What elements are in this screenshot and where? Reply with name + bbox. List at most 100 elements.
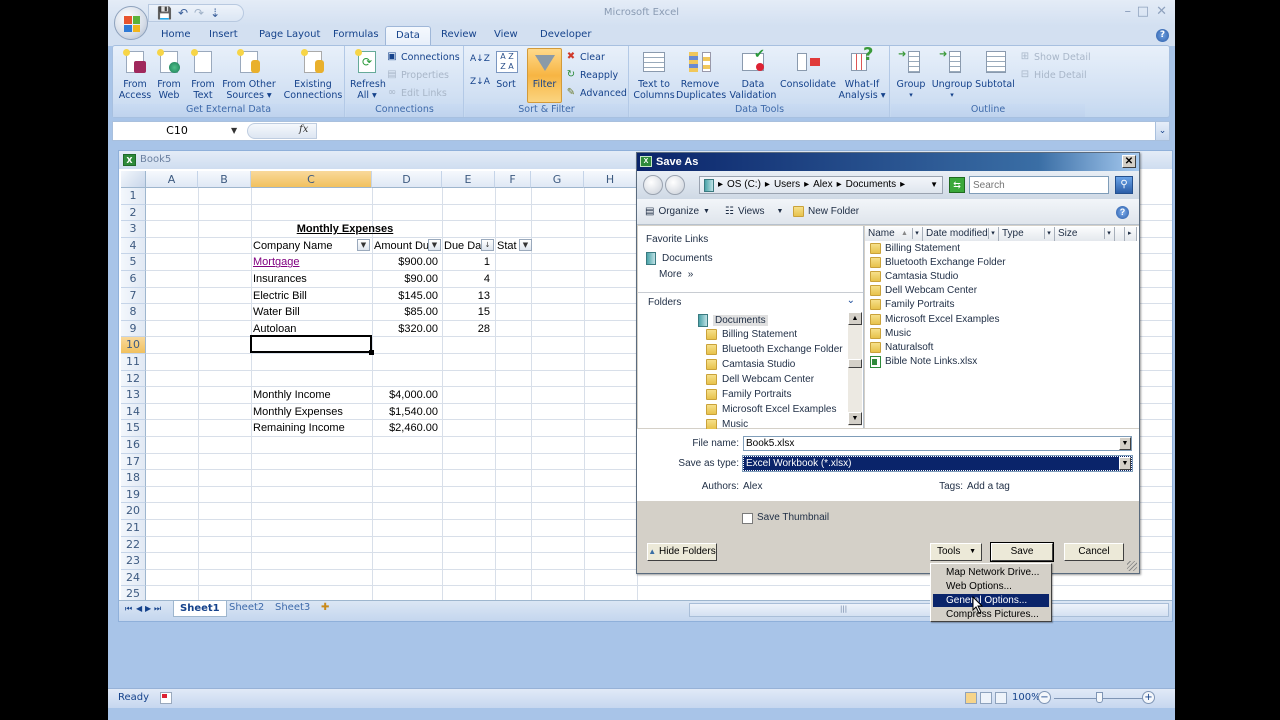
cell-company-name[interactable]: Electric Bill <box>253 288 368 305</box>
last-sheet-icon[interactable]: ⏭ <box>154 604 161 614</box>
row-header-23[interactable]: 23 <box>121 553 146 570</box>
row-header-17[interactable]: 17 <box>121 453 146 471</box>
tab-page-layout[interactable]: Page Layout <box>259 29 320 40</box>
hide-folders-button[interactable]: ▲ Hide Folders <box>647 543 717 561</box>
help-icon[interactable]: ? <box>1116 206 1129 219</box>
row-header-11[interactable]: 11 <box>121 354 146 371</box>
cell-c4-header[interactable]: Company Name <box>253 238 353 255</box>
insert-function-button[interactable]: fx <box>299 124 308 135</box>
remove-duplicates-button[interactable]: Remove Duplicates <box>676 49 726 101</box>
breadcrumb-alex[interactable]: Alex <box>813 177 832 193</box>
zoom-slider-thumb[interactable] <box>1096 692 1103 703</box>
file-list-folder[interactable]: Bluetooth Exchange Folder <box>870 257 1006 269</box>
row-header-18[interactable]: 18 <box>121 470 146 487</box>
file-list-folder[interactable]: Naturalsoft <box>870 341 933 353</box>
group-button[interactable]: ➜ Group ▾ <box>894 49 928 101</box>
breadcrumb-users[interactable]: Users <box>774 177 800 193</box>
sheet-tab-sheet3[interactable]: Sheet3 <box>275 602 310 613</box>
tree-item-folder[interactable]: Billing Statement <box>706 329 797 340</box>
cell-due-date[interactable]: 13 <box>442 288 490 305</box>
row-header-21[interactable]: 21 <box>121 520 146 537</box>
from-other-sources-button[interactable]: From Other Sources ▾ <box>221 49 277 101</box>
tab-view[interactable]: View <box>494 29 518 40</box>
next-sheet-icon[interactable]: ▶ <box>145 604 151 613</box>
more-links-button[interactable]: More» <box>659 269 693 280</box>
zoom-in-button[interactable]: + <box>1142 691 1155 704</box>
collapse-folders-icon[interactable]: ⌄ <box>847 295 855 306</box>
column-type[interactable]: Type ▾ <box>999 227 1055 241</box>
authors-value[interactable]: Alex <box>743 481 762 492</box>
row-header-1[interactable]: 1 <box>121 188 146 205</box>
zoom-level[interactable]: 100% <box>1012 692 1041 703</box>
what-if-analysis-button[interactable]: ? What-If Analysis ▾ <box>838 46 886 102</box>
menu-item-compress-pictures[interactable]: Compress Pictures... <box>933 608 1049 621</box>
cell-company-name[interactable]: Water Bill <box>253 304 368 321</box>
consolidate-button[interactable]: Consolidate <box>780 49 836 90</box>
show-detail-button[interactable]: ⊞ Show Detail <box>1019 51 1091 63</box>
name-box-dropdown-icon[interactable]: ▼ <box>231 122 237 140</box>
cell-summary-value[interactable]: $2,460.00 <box>372 420 438 437</box>
cell-summary-label[interactable]: Monthly Income <box>253 387 368 404</box>
refresh-icon[interactable]: ⇆ <box>949 177 965 193</box>
save-as-type-select[interactable]: Excel Workbook (*.xlsx) ▼ <box>742 455 1133 472</box>
tab-home[interactable]: Home <box>161 29 191 40</box>
connections-button[interactable]: ▣ Connections <box>386 51 459 63</box>
filter-dropdown-amount[interactable]: ▼ <box>428 239 441 251</box>
normal-view-button[interactable] <box>965 692 977 704</box>
cell-c3-title[interactable]: Monthly Expenses <box>251 221 439 238</box>
row-header-5[interactable]: 5 <box>121 254 146 271</box>
file-name-dropdown-icon[interactable]: ▼ <box>1119 437 1131 450</box>
data-validation-button[interactable]: ✔ DataValidation ▾ <box>728 48 778 112</box>
row-header-16[interactable]: 16 <box>121 437 146 454</box>
column-scroll-left[interactable] <box>1115 227 1125 241</box>
back-button[interactable] <box>643 175 663 195</box>
cell-amount-due[interactable]: $85.00 <box>372 304 438 321</box>
help-icon[interactable]: ? <box>1156 29 1169 42</box>
properties-button[interactable]: ▤ Properties <box>386 69 449 81</box>
page-break-view-button[interactable] <box>995 692 1007 704</box>
row-header-19[interactable]: 19 <box>121 486 146 504</box>
fill-handle[interactable] <box>369 350 374 356</box>
favorite-link-documents[interactable]: Documents <box>646 252 713 265</box>
cell-amount-due[interactable]: $320.00 <box>372 321 438 338</box>
formula-input[interactable] <box>319 122 1153 140</box>
breadcrumb-os-c[interactable]: OS (C:) <box>727 177 761 193</box>
sort-z-to-a-button[interactable]: Z↓A <box>470 77 490 87</box>
active-cell-c10[interactable] <box>250 335 374 356</box>
row-header-13[interactable]: 13 <box>121 387 146 404</box>
sort-a-to-z-button[interactable]: A↓Z <box>470 54 490 64</box>
organize-button[interactable]: ▤ Organize ▼ <box>645 206 710 217</box>
cell-f4-header[interactable]: Stat <box>497 238 521 255</box>
scroll-thumb[interactable] <box>848 359 862 368</box>
file-name-input[interactable]: Book5.xlsx ▼ <box>743 436 1132 451</box>
file-list-folder[interactable]: Family Portraits <box>870 299 954 311</box>
close-button[interactable]: ✕ <box>1156 4 1167 19</box>
cell-summary-value[interactable]: $4,000.00 <box>372 387 438 404</box>
save-type-dropdown-icon[interactable]: ▼ <box>1119 457 1131 470</box>
cell-summary-label[interactable]: Remaining Income <box>253 420 368 437</box>
folders-header[interactable]: Folders ⌄ <box>638 292 863 310</box>
subtotal-button[interactable]: Subtotal <box>975 49 1015 90</box>
cell-due-date[interactable]: 1 <box>442 254 490 271</box>
expand-formula-bar-icon[interactable]: ⌄ <box>1155 122 1169 140</box>
tree-item-folder[interactable]: Bluetooth Exchange Folder <box>706 344 843 355</box>
folder-tree-scrollbar[interactable]: ▲ ▼ <box>848 312 862 426</box>
cell-summary-label[interactable]: Monthly Expenses <box>253 404 368 421</box>
column-date-modified[interactable]: Date modified ▾ <box>923 227 999 241</box>
from-web-button[interactable]: From Web <box>153 49 185 101</box>
clear-filter-button[interactable]: ✖ Clear <box>565 51 605 63</box>
tree-item-folder[interactable]: Dell Webcam Center <box>706 374 814 385</box>
hide-detail-button[interactable]: ⊟ Hide Detail <box>1019 69 1087 81</box>
column-header-f[interactable]: F <box>495 171 531 188</box>
file-list-folder[interactable]: Billing Statement <box>870 243 960 254</box>
row-header-8[interactable]: 8 <box>121 304 146 321</box>
cell-amount-due[interactable]: $90.00 <box>372 271 438 288</box>
tab-insert[interactable]: Insert <box>209 29 238 40</box>
row-header-25[interactable]: 25 <box>121 586 146 601</box>
cell-amount-due[interactable]: $145.00 <box>372 288 438 305</box>
address-dropdown-icon[interactable]: ▼ <box>930 177 938 193</box>
existing-connections-button[interactable]: Existing Connections <box>283 49 343 101</box>
tree-item-folder[interactable]: Camtasia Studio <box>706 359 795 370</box>
breadcrumb-documents[interactable]: Documents <box>846 177 897 193</box>
filter-dropdown-company[interactable]: ▼ <box>357 239 370 251</box>
